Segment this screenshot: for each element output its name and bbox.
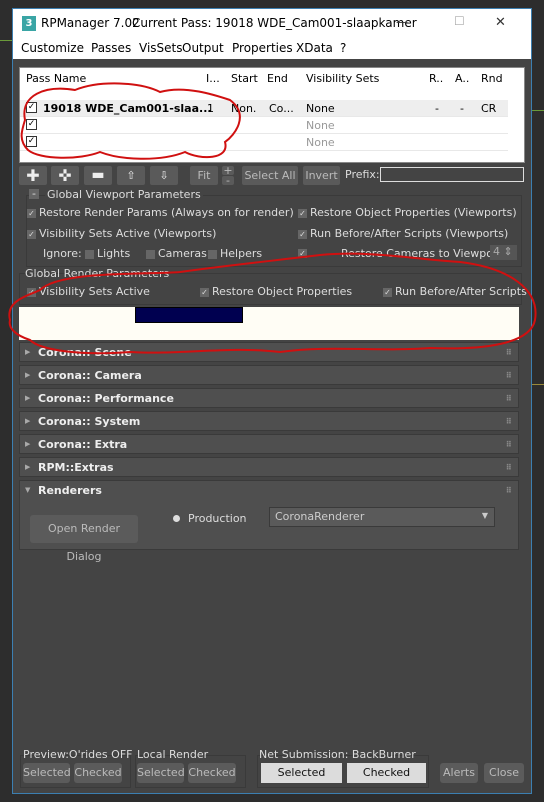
red-annotation-scribbles bbox=[8, 82, 537, 355]
